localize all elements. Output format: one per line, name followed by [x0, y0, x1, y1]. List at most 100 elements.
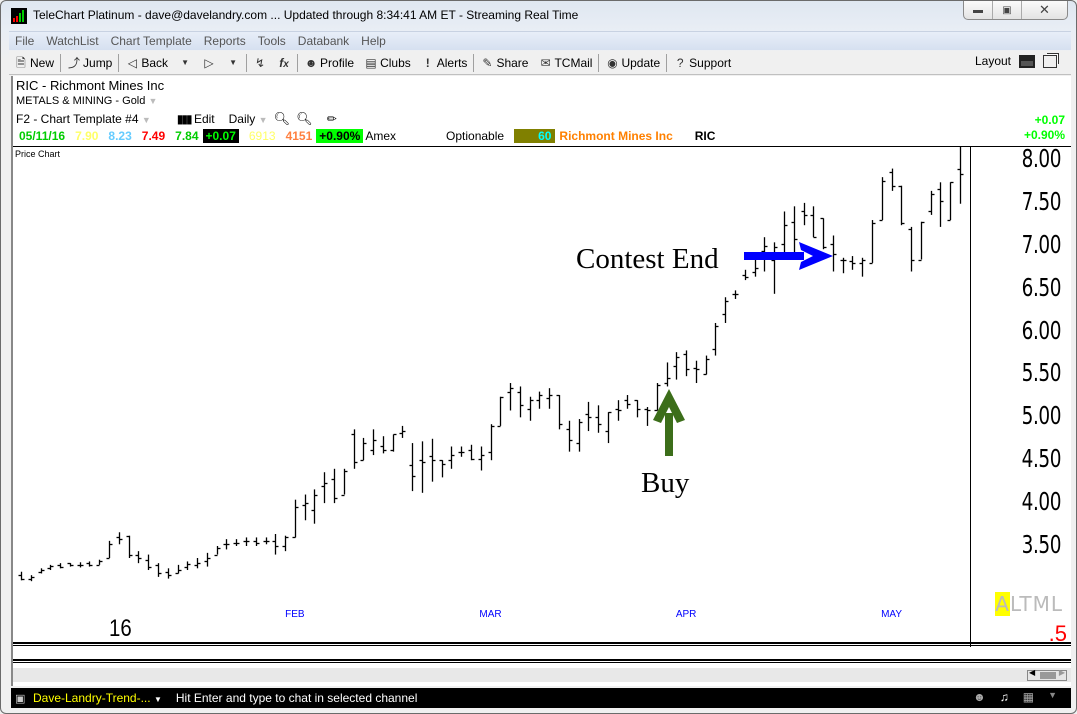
- back-dropdown[interactable]: ▼: [173, 53, 197, 73]
- menu-file[interactable]: File: [9, 34, 40, 48]
- altml-indicator[interactable]: ALTML: [995, 592, 1063, 616]
- scroll-left-icon[interactable]: ◀: [1029, 668, 1035, 677]
- forward-dropdown[interactable]: ▼: [221, 53, 245, 73]
- tcmail-button[interactable]: ✉ TCMail: [533, 53, 597, 73]
- sound-icon[interactable]: ♫: [1000, 690, 1009, 704]
- altml-a[interactable]: A: [995, 592, 1010, 616]
- scroll-thumb[interactable]: [1040, 672, 1056, 679]
- pane-divider[interactable]: [13, 662, 1071, 663]
- y-tick-label: 3.50: [1021, 530, 1062, 559]
- pane-divider[interactable]: [13, 642, 1071, 644]
- layout-label: Layout: [974, 54, 1011, 68]
- chevron-down-icon: ▼: [141, 115, 151, 125]
- toolbar-separator: [473, 53, 475, 72]
- zoom-out-icon[interactable]: 🔍︎: [296, 111, 313, 127]
- y-tick-label: 6.00: [1021, 315, 1062, 345]
- jump-button[interactable]: ⤴ Jump: [62, 53, 117, 73]
- ohlc-bar: [458, 446, 465, 457]
- chevron-down-icon: ▼: [229, 57, 237, 67]
- layout-grid-icon[interactable]: [1019, 54, 1035, 68]
- y-tick-label: 7.00: [1021, 229, 1062, 259]
- toolbar-separator: [297, 53, 299, 72]
- support-button[interactable]: ? Support: [668, 53, 736, 73]
- menu-databank[interactable]: Databank: [292, 34, 355, 48]
- industry-label: METALS & MINING - Gold: [16, 95, 146, 107]
- ohlc-bar: [96, 559, 103, 567]
- altml-m[interactable]: M: [1033, 592, 1051, 616]
- chat-input[interactable]: Hit Enter and type to chat in selected c…: [176, 691, 417, 705]
- altml-t[interactable]: T: [1019, 592, 1032, 616]
- share-button[interactable]: ✎ Share: [475, 53, 533, 73]
- industry-selector[interactable]: METALS & MINING - Gold ▼: [16, 95, 157, 107]
- chart-controls: F2 - Chart Template #4 ▼ ▮▮▮ Edit Daily …: [16, 111, 337, 127]
- ohlc-bar: [135, 551, 142, 564]
- altml-l[interactable]: L: [1010, 592, 1019, 616]
- minimize-button[interactable]: ▬: [964, 1, 993, 19]
- template-selector[interactable]: F2 - Chart Template #4 ▼: [16, 112, 151, 126]
- clubs-document-icon: ▤: [365, 55, 377, 70]
- update-button[interactable]: ◉ Update: [600, 53, 665, 73]
- clubs-button[interactable]: ▤ Clubs: [359, 53, 416, 73]
- ohlc-bar: [282, 535, 289, 552]
- ohlc-bar: [194, 558, 201, 569]
- profile-button[interactable]: ☻ Profile: [299, 53, 359, 73]
- forward-button[interactable]: ▷: [197, 53, 221, 73]
- close-button[interactable]: ✕: [1022, 1, 1067, 19]
- formula-button[interactable]: fx: [272, 53, 296, 73]
- quote-avg-volume: 4151: [285, 129, 313, 143]
- menu-chart-template[interactable]: Chart Template: [105, 34, 198, 48]
- ohlc-bar: [302, 494, 309, 521]
- pane-divider[interactable]: [13, 645, 1071, 646]
- ohlc-bar: [840, 257, 847, 274]
- change-value: +0.07: [1034, 113, 1065, 127]
- easyscan-button[interactable]: ↯: [248, 53, 272, 73]
- y-tick-label: 4.00: [1021, 487, 1062, 517]
- restore-window-icon[interactable]: [1043, 54, 1057, 68]
- quote-close: 7.84: [175, 129, 199, 143]
- price-chart[interactable]: Price Chart 8.00 7.50 7.00 6.50 6.00 5.50 5.00…: [13, 144, 1071, 647]
- smiley-icon[interactable]: ☻: [973, 690, 986, 704]
- toolbar: 🗎 New ⤴ Jump ◁ Back ▼ ▷ ▼ ↯ fx ☻ Profile ▤ Cl…: [9, 51, 1071, 75]
- profile-icon: ☻: [304, 55, 318, 70]
- scroll-right-icon[interactable]: ▶: [1059, 668, 1065, 677]
- ohlc-bar: [47, 564, 54, 571]
- app-window: TeleChart Platinum - dave@davelandry.com…: [0, 0, 1077, 714]
- zoom-in-icon[interactable]: 🔍︎: [274, 111, 291, 127]
- horizontal-scrollbar[interactable]: ◀ ▶: [1027, 668, 1067, 681]
- toolbar-separator: [246, 53, 248, 72]
- ohlc-bar: [67, 562, 74, 567]
- menu-reports[interactable]: Reports: [198, 34, 252, 48]
- menu-watchlist[interactable]: WatchList: [40, 34, 104, 48]
- ohlc-bar: [605, 411, 612, 444]
- chat-channel-label: Dave-Landry-Trend-...: [33, 691, 151, 705]
- menu-help[interactable]: Help: [355, 34, 392, 48]
- telechart-app-icon: [11, 8, 27, 24]
- new-button[interactable]: 🗎 New: [9, 53, 59, 73]
- ohlc-bar: [331, 468, 338, 504]
- back-button[interactable]: ◁ Back: [120, 53, 173, 73]
- pencil-draw-icon[interactable]: ✏︎: [327, 112, 337, 126]
- chevron-down-icon: ▼: [181, 57, 189, 67]
- ohlc-bar: [155, 563, 162, 577]
- period-selector[interactable]: Daily ▼: [229, 112, 268, 126]
- chevron-down-icon: ▼: [148, 96, 158, 106]
- ohlc-bar: [947, 181, 954, 222]
- grid-icon[interactable]: ▦: [1023, 690, 1034, 704]
- edit-button[interactable]: ▮▮▮ Edit: [177, 112, 215, 126]
- chat-dropdown-icon[interactable]: ▼: [1048, 690, 1057, 704]
- minimize-icon: ▬: [973, 4, 983, 16]
- altml-l2[interactable]: L: [1051, 592, 1063, 616]
- symbol-title: RIC - Richmont Mines Inc: [16, 78, 165, 93]
- ohlc-bar: [243, 537, 250, 546]
- quote-low: 7.49: [141, 129, 166, 143]
- ohlc-bar: [576, 419, 583, 452]
- maximize-button[interactable]: ▣: [993, 1, 1022, 19]
- share-label: Share: [496, 55, 529, 70]
- alerts-button[interactable]: ! Alerts: [416, 53, 473, 73]
- back-label: Back: [141, 55, 169, 70]
- menu-tools[interactable]: Tools: [252, 34, 292, 48]
- contest-end-annotation: Contest End: [576, 243, 719, 275]
- ohlc-bar: [595, 405, 602, 433]
- pane-divider[interactable]: [13, 659, 1071, 661]
- chat-channel-selector[interactable]: Dave-Landry-Trend-... ▼: [33, 691, 162, 705]
